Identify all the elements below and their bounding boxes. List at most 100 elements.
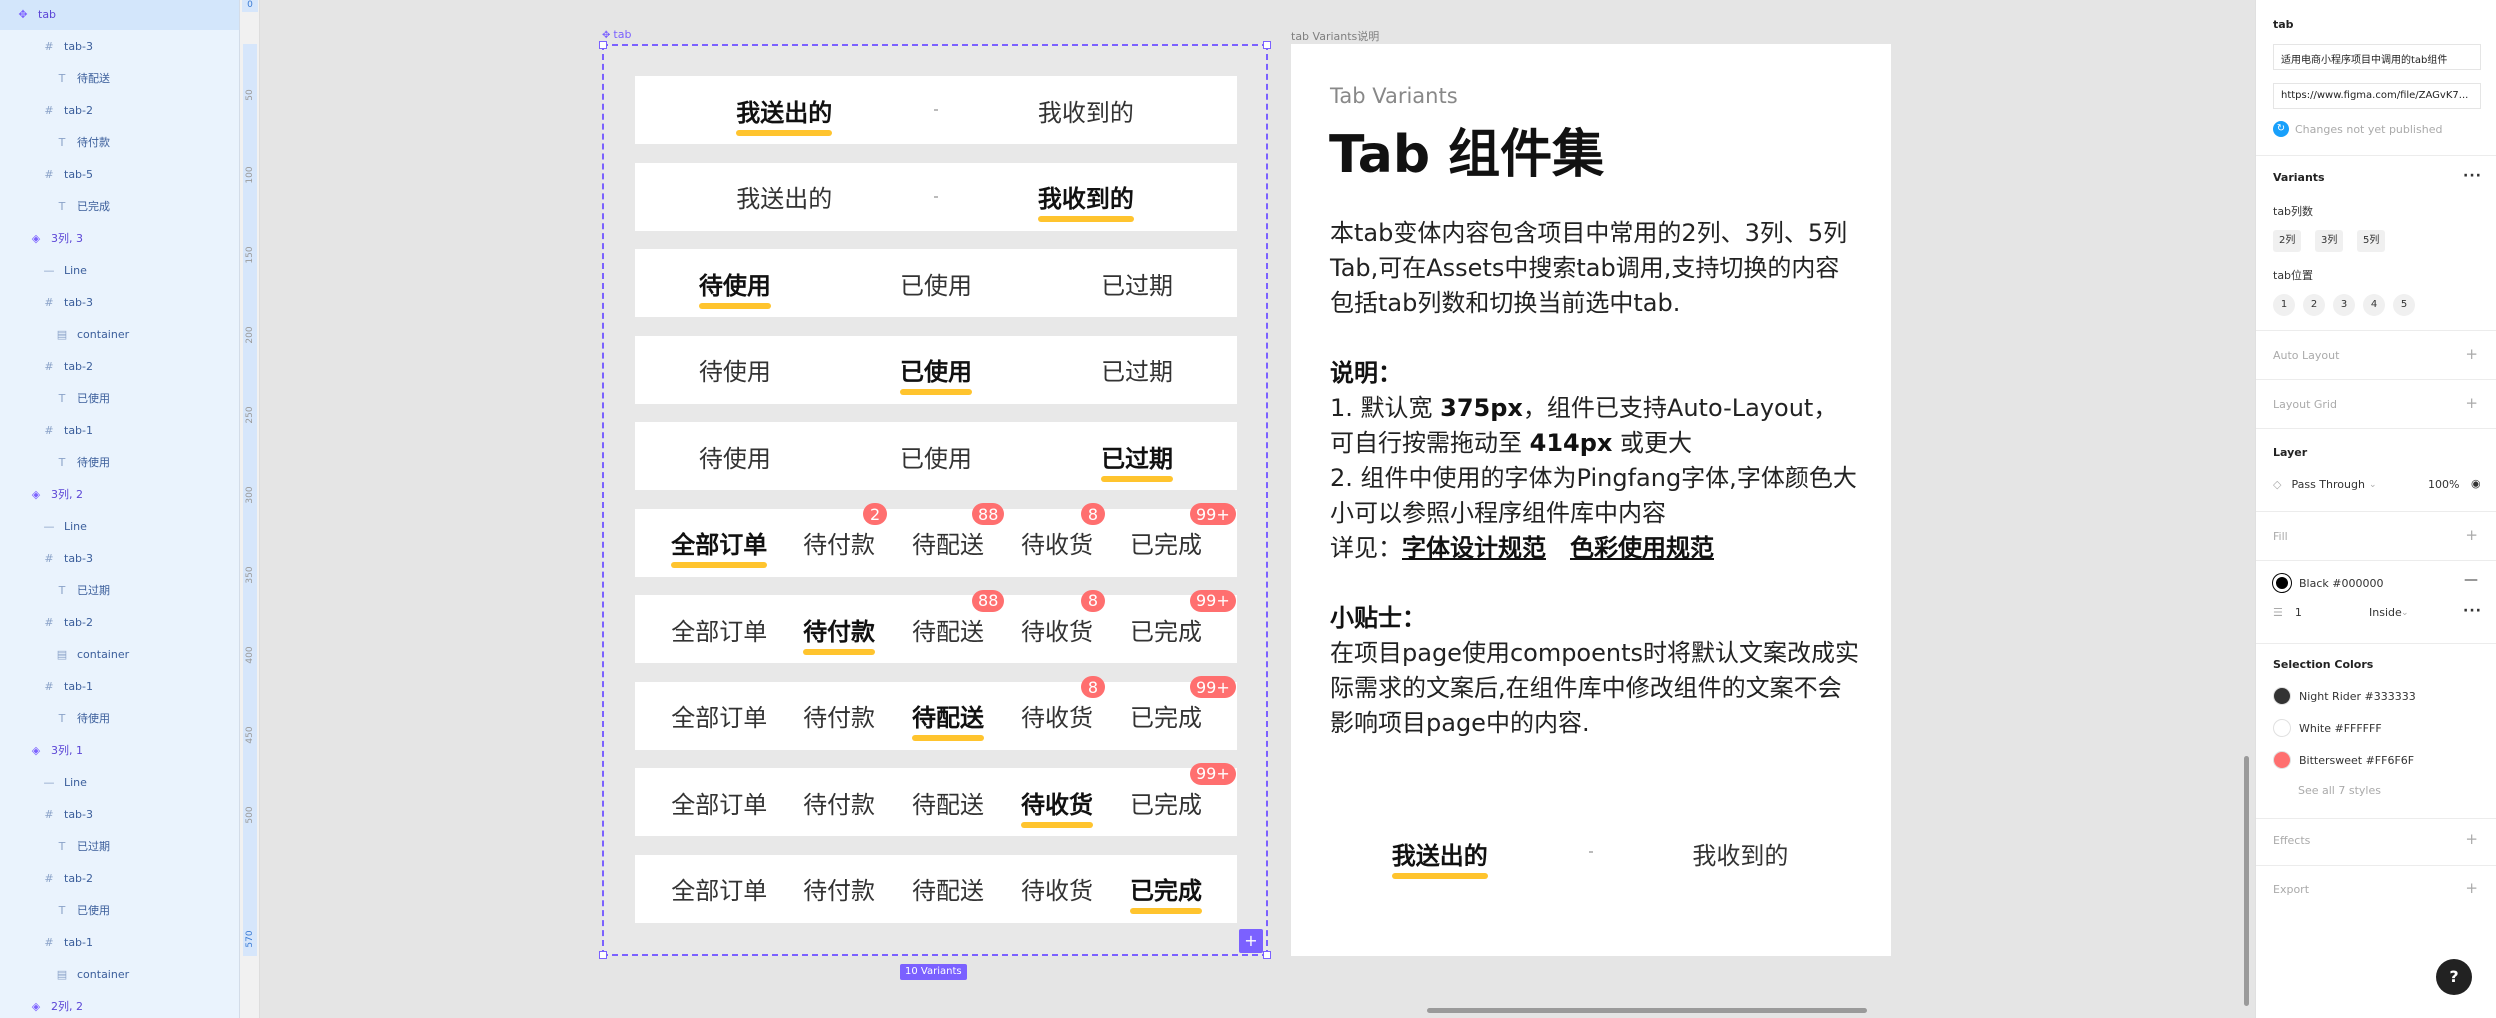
font-spec-link[interactable]: 字体设计规范 xyxy=(1402,534,1546,562)
tab-variant[interactable]: 全部订单 待付款 待配送 待收货 8 已完成 99+ xyxy=(635,676,1237,750)
tab-item[interactable]: 已使用 xyxy=(866,422,1006,490)
layer-row[interactable]: # tab-2 xyxy=(0,350,239,382)
tab-variant[interactable]: 全部订单 待付款 待配送 88 待收货 8 已完成 99+ xyxy=(635,589,1237,663)
layer-row[interactable]: T 已过期 xyxy=(0,830,239,862)
demo-tab-instance[interactable]: 我送出的 我收到的 xyxy=(1291,818,1891,888)
frame-label-description[interactable]: tab Variants说明 xyxy=(1291,28,1379,44)
layer-row[interactable]: T 已完成 xyxy=(0,190,239,222)
tab-item[interactable]: 已过期 xyxy=(1067,336,1207,404)
tab-variant[interactable]: 全部订单 待付款 2 待配送 88 待收货 8 已完成 99+ xyxy=(635,503,1237,577)
prop2-option-chip[interactable]: 2 xyxy=(2303,294,2325,316)
layer-row[interactable]: ◈ 2列, 2 xyxy=(0,990,239,1018)
add-effect-icon[interactable]: + xyxy=(2465,830,2478,848)
stroke-width-field[interactable]: 1 xyxy=(2295,606,2302,619)
tab-item[interactable]: 待使用 xyxy=(665,422,805,490)
add-export-icon[interactable]: + xyxy=(2465,879,2478,897)
layer-row[interactable]: T 已过期 xyxy=(0,574,239,606)
prop1-option-chip[interactable]: 5列 xyxy=(2357,230,2386,252)
component-description-field[interactable]: 适用电商小程序项目中调用的tab组件 xyxy=(2273,44,2481,70)
canvas[interactable]: ✥ tab tab Variants说明 我送出的 我收到的 我送出的 我收到的 待使用已… xyxy=(261,0,2255,1018)
layer-row[interactable]: # tab-2 xyxy=(0,94,239,126)
prop2-option-chip[interactable]: 1 xyxy=(2273,294,2295,316)
resize-handle-top-right[interactable] xyxy=(1263,41,1271,49)
tab-item[interactable]: 待使用 xyxy=(665,249,805,317)
layer-row[interactable]: — Line xyxy=(0,510,239,542)
vertical-scrollbar[interactable] xyxy=(2244,756,2249,1006)
tab-item[interactable]: 待使用 xyxy=(665,336,805,404)
layer-row[interactable]: # tab-5 xyxy=(0,158,239,190)
tab-item[interactable]: 已完成 xyxy=(1096,855,1236,923)
color-spec-link[interactable]: 色彩使用规范 xyxy=(1570,534,1714,562)
layer-row[interactable]: ◈ 3列, 1 xyxy=(0,734,239,766)
add-variant-button[interactable]: + xyxy=(1239,929,1263,953)
eye-icon[interactable]: ◉ xyxy=(2471,477,2481,490)
layer-row[interactable]: # tab-2 xyxy=(0,862,239,894)
tab-variant[interactable]: 我送出的 我收到的 xyxy=(1291,818,1891,888)
tab-item[interactable]: 我收到的 xyxy=(1670,818,1810,888)
tab-variant[interactable]: 我送出的 我收到的 xyxy=(635,162,1237,231)
prop2-option-chip[interactable]: 3 xyxy=(2333,294,2355,316)
tab-item[interactable]: 已过期 xyxy=(1067,249,1207,317)
tab-item[interactable]: 我送出的 xyxy=(1370,818,1510,888)
component-link-field[interactable]: https://www.figma.com/file/ZAGvK7... xyxy=(2273,83,2481,109)
more-options-icon[interactable]: ··· xyxy=(2463,168,2482,184)
prop2-option-chip[interactable]: 4 xyxy=(2363,294,2385,316)
opacity-field[interactable]: 100% xyxy=(2428,478,2459,491)
prop1-option-chip[interactable]: 2列 xyxy=(2273,230,2302,252)
layer-row[interactable]: # tab-3 xyxy=(0,30,239,62)
tab-item[interactable]: 已过期 xyxy=(1067,422,1207,490)
layer-row[interactable]: # tab-3 xyxy=(0,542,239,574)
add-fill-icon[interactable]: + xyxy=(2465,526,2478,544)
variants-component-set[interactable]: 我送出的 我收到的 我送出的 我收到的 待使用 已使用 已过期 待使用 已使用 已过期 待使用 已使用… xyxy=(599,41,1271,959)
resize-handle-top-left[interactable] xyxy=(599,41,607,49)
tab-item[interactable]: 已完成 99+ xyxy=(1096,762,1236,836)
blend-mode-select[interactable]: ◇ Pass Through ⌄ xyxy=(2273,478,2376,491)
layer-row[interactable]: T 待使用 xyxy=(0,702,239,734)
layer-row[interactable]: T 待使用 xyxy=(0,446,239,478)
layer-row[interactable]: # tab-2 xyxy=(0,606,239,638)
layer-row[interactable]: ▤ container xyxy=(0,638,239,670)
layer-row[interactable]: — Line xyxy=(0,766,239,798)
tab-item[interactable]: 我送出的 xyxy=(714,76,854,144)
layer-row[interactable]: ▤ container xyxy=(0,958,239,990)
add-layout-grid-icon[interactable]: + xyxy=(2465,394,2478,412)
tab-item[interactable]: 已完成 99+ xyxy=(1096,503,1236,577)
resize-handle-bottom-right[interactable] xyxy=(1263,951,1271,959)
layer-row[interactable]: ◈ 3列, 2 xyxy=(0,478,239,510)
tab-item[interactable]: 已完成 99+ xyxy=(1096,589,1236,663)
remove-stroke-icon[interactable]: — xyxy=(2464,572,2478,588)
tab-item[interactable]: 已完成 99+ xyxy=(1096,676,1236,750)
layer-row[interactable]: T 已使用 xyxy=(0,382,239,414)
selection-color-row[interactable]: Bittersweet #FF6F6F xyxy=(2273,751,2414,769)
layer-row[interactable]: ▤ container xyxy=(0,318,239,350)
layer-row[interactable]: T 待配送 xyxy=(0,62,239,94)
tab-variant[interactable]: 我送出的 我收到的 xyxy=(635,76,1237,144)
add-auto-layout-icon[interactable]: + xyxy=(2465,345,2478,363)
prop1-option-chip[interactable]: 3列 xyxy=(2315,230,2344,252)
layer-row[interactable]: T 待付款 xyxy=(0,126,239,158)
tab-item[interactable]: 已使用 xyxy=(866,249,1006,317)
layer-row[interactable]: ◈ 3列, 3 xyxy=(0,222,239,254)
layer-row[interactable]: T 已使用 xyxy=(0,894,239,926)
tab-variant[interactable]: 待使用 已使用 已过期 xyxy=(635,335,1237,404)
tab-item[interactable]: 我收到的 xyxy=(1016,76,1156,144)
tab-item[interactable]: 已使用 xyxy=(866,336,1006,404)
resize-handle-bottom-left[interactable] xyxy=(599,951,607,959)
tab-item[interactable]: 我送出的 xyxy=(714,163,854,231)
frame-label-tab[interactable]: ✥ tab xyxy=(602,28,631,41)
layer-row[interactable]: # tab-1 xyxy=(0,926,239,958)
layer-row[interactable]: ✥ tab xyxy=(0,0,239,30)
tab-variant[interactable]: 全部订单 待付款 待配送 待收货 已完成 99+ xyxy=(635,762,1237,836)
layer-row[interactable]: # tab-1 xyxy=(0,670,239,702)
selection-color-row[interactable]: White #FFFFFF xyxy=(2273,719,2382,737)
prop2-option-chip[interactable]: 5 xyxy=(2393,294,2415,316)
help-button[interactable]: ? xyxy=(2436,959,2472,995)
stroke-position-select[interactable]: Inside xyxy=(2369,606,2402,619)
layer-row[interactable]: # tab-3 xyxy=(0,286,239,318)
tab-variant[interactable]: 全部订单 待付款 待配送 待收货 已完成 xyxy=(635,854,1237,923)
selection-color-row[interactable]: Night Rider #333333 xyxy=(2273,687,2416,705)
layer-row[interactable]: — Line xyxy=(0,254,239,286)
tab-variant[interactable]: 待使用 已使用 已过期 xyxy=(635,249,1237,317)
tab-item[interactable]: 我收到的 xyxy=(1016,163,1156,231)
layer-row[interactable]: # tab-1 xyxy=(0,414,239,446)
